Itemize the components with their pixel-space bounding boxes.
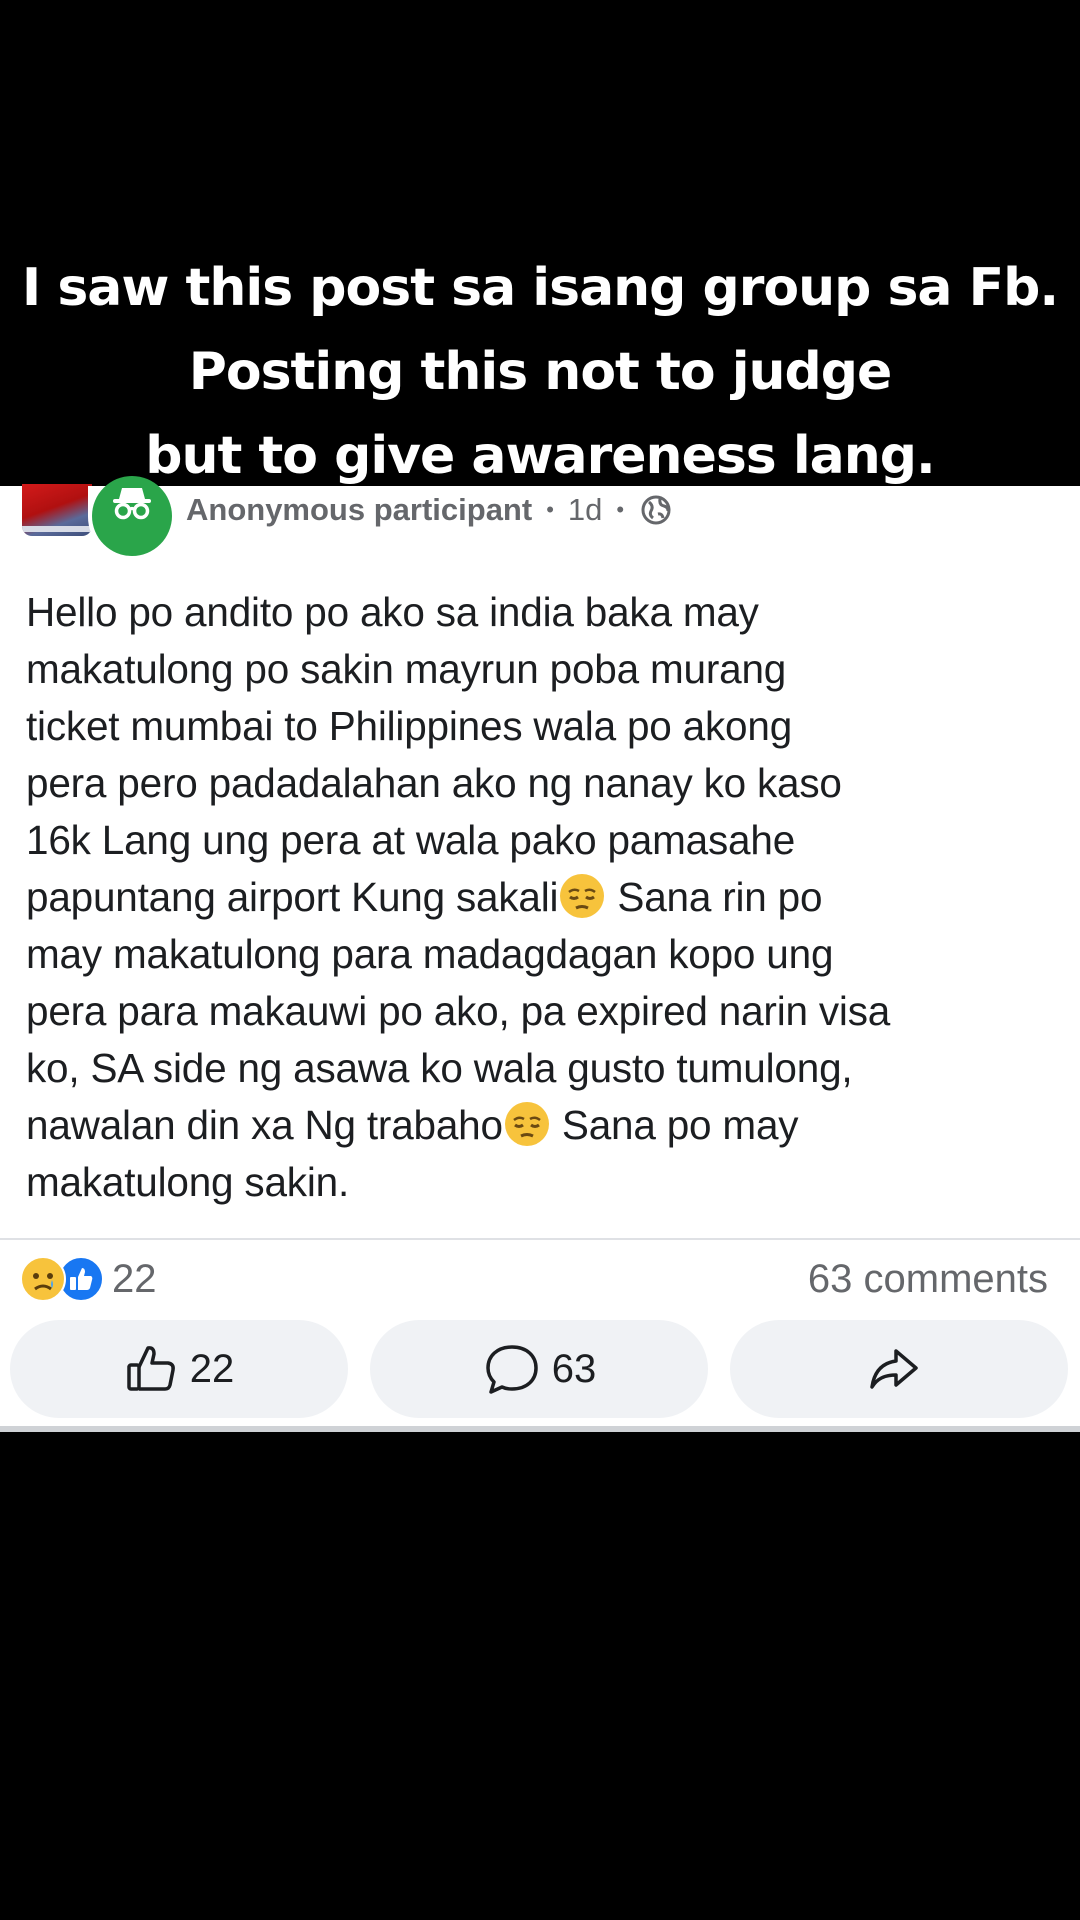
post-line: pera para makauwi po ako, pa expired nar… (26, 988, 891, 1034)
share-icon (870, 1349, 918, 1389)
caption-line-2: Posting this not to judge (188, 342, 893, 402)
reaction-count: 22 (112, 1256, 157, 1301)
reaction-summary[interactable]: 22 (20, 1254, 157, 1304)
post-card: Anonymous participant • 1d • Hello po an… (0, 476, 1080, 1432)
globe-icon (641, 495, 671, 525)
like-count: 22 (189, 1346, 235, 1391)
group-avatar[interactable] (22, 484, 92, 536)
meta-separator: • (546, 497, 554, 522)
share-button[interactable] (730, 1320, 1068, 1418)
caption-line-1: I saw this post sa isang group sa Fb. (21, 258, 1059, 318)
pensive-face-icon (560, 874, 605, 918)
post-line: papuntang airport Kung sakali Sana rin p… (26, 874, 823, 920)
overlay-caption: I saw this post sa isang group sa Fb. Po… (0, 246, 1080, 498)
pensive-face-icon (504, 1102, 549, 1146)
post-line: ticket mumbai to Philippines wala po ako… (26, 703, 793, 749)
post-line: makatulong po sakin mayrun poba murang (26, 646, 787, 692)
post-line: Hello po andito po ako sa india baka may (26, 589, 759, 635)
comment-button[interactable]: 63 (370, 1320, 708, 1418)
incognito-icon (113, 488, 151, 520)
meta-separator: • (616, 497, 625, 522)
anonymous-avatar[interactable] (88, 476, 174, 560)
post-line: 16k Lang ung pera at wala pako pamasahe (26, 817, 796, 863)
post-body: Hello po andito po ako sa india baka may… (26, 584, 1066, 1211)
divider (0, 1238, 1080, 1240)
post-line: makatulong sakin. (26, 1159, 350, 1205)
post-line: nawalan din xa Ng trabaho Sana po may (26, 1102, 799, 1148)
post-line: may makatulong para madagdagan kopo ung (26, 931, 834, 977)
post-line: pera pero padadalahan ako ng nanay ko ka… (26, 760, 842, 806)
card-bottom-edge (0, 1426, 1080, 1432)
comments-count-link[interactable]: 63 comments (808, 1254, 1048, 1304)
sad-reaction-icon (20, 1256, 66, 1302)
author-name[interactable]: Anonymous participant (186, 492, 532, 528)
comment-bubble-icon (486, 1345, 538, 1394)
post-line: ko, SA side ng asawa ko wala gusto tumul… (26, 1045, 853, 1091)
post-meta: Anonymous participant • 1d • (186, 490, 672, 530)
thumbs-up-icon (127, 1346, 175, 1391)
comment-count: 63 (551, 1346, 597, 1391)
like-button[interactable]: 22 (10, 1320, 348, 1418)
post-time[interactable]: 1d (568, 492, 602, 528)
